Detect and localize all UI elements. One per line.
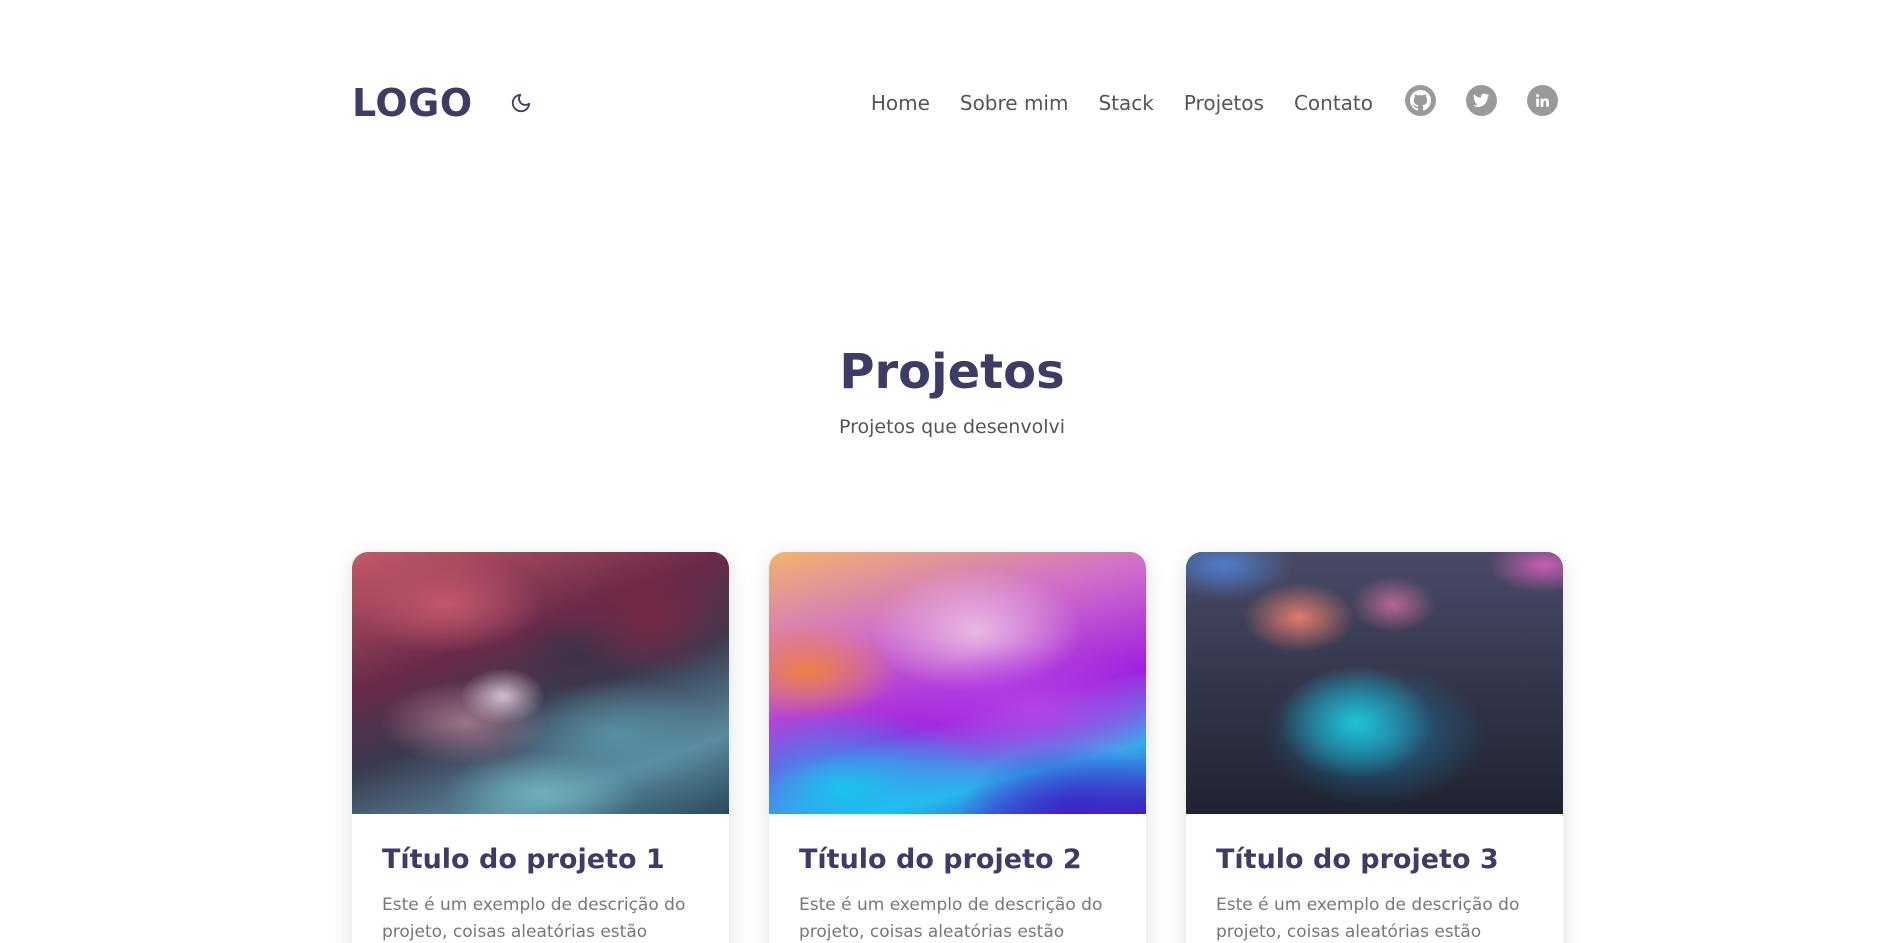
project-image-3 [1186, 552, 1563, 814]
project-card-1[interactable]: Título do projeto 1 Este é um exemplo de… [352, 552, 729, 943]
projects-header: Projetos Projetos que desenvolvi [0, 340, 1904, 438]
page: LOGO Home Sobre mim Stack Projetos Conta… [0, 0, 1904, 943]
project-title: Título do projeto 3 [1216, 844, 1499, 875]
twitter-icon [1473, 93, 1490, 107]
project-image-1 [352, 552, 729, 814]
project-description: Este é um exemplo de descrição do projet… [1216, 895, 1520, 942]
nav-contato[interactable]: Contato [1294, 91, 1373, 115]
project-card-3[interactable]: Título do projeto 3 Este é um exemplo de… [1186, 552, 1563, 943]
linkedin-icon [1536, 93, 1549, 107]
section-subtitle: Projetos que desenvolvi [838, 416, 1065, 438]
logo[interactable]: LOGO [352, 81, 473, 125]
header-left: LOGO [352, 81, 535, 125]
card-body: Título do projeto 2 Este é um exemplo de… [769, 814, 1146, 943]
social-links [1405, 84, 1558, 116]
github-icon [1410, 89, 1431, 110]
project-title: Título do projeto 1 [382, 844, 665, 875]
nav-projetos[interactable]: Projetos [1184, 91, 1264, 115]
project-description: Este é um exemplo de descrição do projet… [799, 895, 1103, 942]
project-image-2 [769, 552, 1146, 814]
twitter-link[interactable] [1466, 84, 1497, 116]
moon-icon [511, 93, 530, 113]
projects-grid: Título do projeto 1 Este é um exemplo de… [352, 552, 1564, 943]
nav-stack[interactable]: Stack [1098, 91, 1153, 115]
theme-toggle-button[interactable] [507, 89, 535, 117]
section-title: Projetos [839, 344, 1065, 400]
nav-sobre-mim[interactable]: Sobre mim [960, 91, 1069, 115]
card-body: Título do projeto 1 Este é um exemplo de… [352, 814, 729, 943]
project-description: Este é um exemplo de descrição do projet… [382, 895, 686, 942]
project-card-2[interactable]: Título do projeto 2 Este é um exemplo de… [769, 552, 1146, 943]
github-link[interactable] [1405, 84, 1436, 116]
project-title: Título do projeto 2 [799, 844, 1082, 875]
main-nav: Home Sobre mim Stack Projetos Contato [871, 91, 1373, 115]
card-body: Título do projeto 3 Este é um exemplo de… [1186, 814, 1563, 943]
header-right: Home Sobre mim Stack Projetos Contato [871, 84, 1558, 116]
linkedin-link[interactable] [1527, 84, 1558, 116]
nav-home[interactable]: Home [871, 91, 930, 115]
site-header: LOGO Home Sobre mim Stack Projetos Conta… [352, 70, 1558, 136]
